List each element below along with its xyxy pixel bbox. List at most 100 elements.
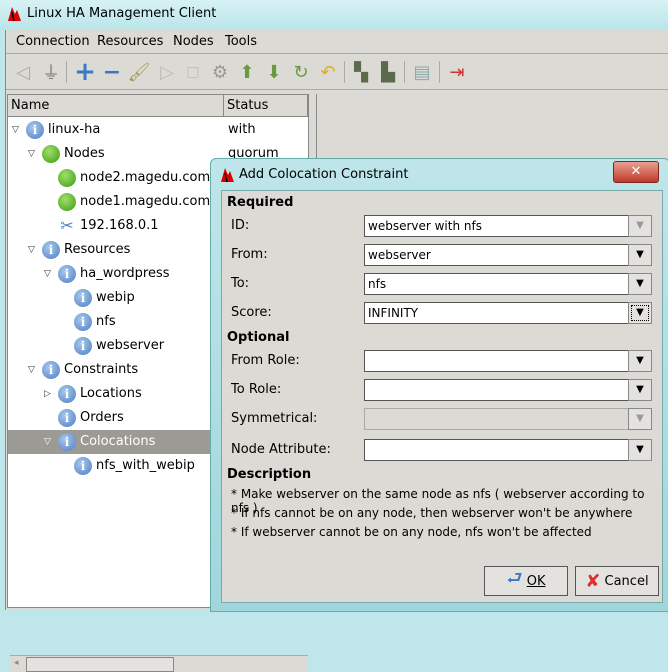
dropdown-arrow-icon[interactable]: ▼: [628, 379, 652, 401]
id-label: ID:: [231, 218, 250, 233]
tree-row-label: webip: [96, 290, 135, 305]
dropdown-arrow-icon[interactable]: ▼: [628, 244, 652, 266]
start-icon[interactable]: ▷: [156, 61, 178, 83]
info-icon: i: [74, 337, 92, 355]
info-icon: i: [74, 289, 92, 307]
tree-row-label: webserver: [96, 338, 165, 353]
dropdown-arrow-icon[interactable]: ▼: [628, 350, 652, 372]
dropdown-arrow-icon[interactable]: ▼: [628, 408, 652, 430]
symmetrical-label: Symmetrical:: [231, 411, 318, 426]
scroll-left-icon[interactable]: ◂: [14, 658, 19, 668]
info-icon: i: [58, 265, 76, 283]
expand-open-icon[interactable]: ▽: [28, 358, 35, 382]
tree-row-label: Locations: [80, 386, 142, 401]
description-line: * If webserver cannot be on any node, nf…: [231, 525, 592, 539]
symmetrical-combo[interactable]: ▼: [364, 408, 652, 430]
info-icon: i: [42, 241, 60, 259]
status-ok-icon: [58, 169, 76, 187]
expand-open-icon[interactable]: ▽: [44, 430, 51, 454]
tree-row[interactable]: ▽ i linux-ha with quorum: [8, 118, 308, 161]
info-icon: i: [26, 121, 44, 139]
active-icon[interactable]: ▙: [377, 61, 399, 83]
dropdown-arrow-icon[interactable]: ▼: [628, 439, 652, 461]
tools-icon: ✂: [60, 216, 74, 235]
to-role-label: To Role:: [231, 382, 282, 397]
cancel-button[interactable]: ✘ Cancel: [575, 566, 659, 596]
connect-icon[interactable]: ◁: [12, 61, 34, 83]
expand-open-icon[interactable]: ▽: [44, 262, 51, 286]
tree-row-label: linux-ha: [48, 122, 101, 137]
description-section-label: Description: [227, 467, 312, 482]
close-button[interactable]: ✕: [613, 161, 659, 183]
add-colocation-dialog: Add Colocation Constraint ✕ Required Opt…: [210, 158, 668, 612]
cancel-x-icon: ✘: [585, 570, 601, 592]
up-icon[interactable]: ⬆: [236, 61, 258, 83]
dropdown-arrow-icon[interactable]: ▼: [628, 215, 652, 237]
disconnect-icon[interactable]: ⏚: [40, 61, 62, 84]
score-value[interactable]: INFINITY: [368, 306, 418, 320]
from-combo[interactable]: webserver ▼: [364, 244, 652, 266]
tree-row-label: nfs_with_webip: [96, 458, 195, 473]
column-header-status[interactable]: Status: [224, 95, 308, 117]
from-value[interactable]: webserver: [368, 248, 431, 262]
settings-icon[interactable]: ⚙: [209, 61, 231, 83]
exit-icon[interactable]: ⇥: [446, 61, 468, 83]
cleanup-icon[interactable]: 🖌: [128, 61, 151, 83]
window-titlebar: Linux HA Management Client: [0, 0, 668, 30]
status-ok-icon: [42, 145, 60, 163]
info-icon: i: [58, 409, 76, 427]
id-value[interactable]: webserver with nfs: [368, 219, 482, 233]
column-header-name[interactable]: Name: [8, 95, 224, 117]
standby-icon[interactable]: ▚: [350, 61, 372, 83]
tree-row-label: 192.168.0.1: [80, 218, 159, 233]
close-icon: ✕: [630, 164, 642, 179]
optional-section-label: Optional: [227, 330, 290, 345]
toolbar-separator: [439, 61, 440, 83]
menu-resources[interactable]: Resources: [97, 34, 163, 49]
dropdown-arrow-icon[interactable]: ▼: [628, 302, 652, 324]
scrollbar-thumb[interactable]: [26, 657, 174, 672]
expand-open-icon[interactable]: ▽: [28, 142, 35, 166]
from-label: From:: [231, 247, 268, 262]
tree-row-label: Constraints: [64, 362, 139, 377]
menu-bar: Connection Resources Nodes Tools: [6, 30, 668, 54]
dropdown-arrow-icon[interactable]: ▼: [628, 273, 652, 295]
expand-open-icon[interactable]: ▽: [12, 118, 19, 142]
tree-row-label: nfs: [96, 314, 116, 329]
toolbar-separator: [404, 61, 405, 83]
tree-row-label: node1.magedu.com: [80, 194, 211, 209]
ha-logo-icon: [8, 7, 21, 22]
ok-label: OK: [526, 573, 546, 589]
expand-closed-icon[interactable]: ▷: [44, 382, 51, 406]
menu-tools[interactable]: Tools: [225, 34, 257, 49]
info-icon: i: [74, 457, 92, 475]
menu-connection[interactable]: Connection: [16, 34, 90, 49]
dialog-body: Required Optional Description ID: webserv…: [221, 190, 663, 603]
to-value[interactable]: nfs: [368, 277, 386, 291]
expand-open-icon[interactable]: ▽: [28, 238, 35, 262]
window-title: Linux HA Management Client: [27, 6, 217, 21]
stop-icon[interactable]: □: [182, 61, 204, 83]
ok-button[interactable]: ⮐ OK: [484, 566, 568, 596]
redo-icon[interactable]: ↻: [290, 61, 312, 83]
undo-icon[interactable]: ↶: [317, 61, 339, 83]
ha-logo-icon: [221, 168, 234, 183]
tree-row-label: node2.magedu.com: [80, 170, 211, 185]
horizontal-scrollbar[interactable]: ◂: [10, 655, 308, 672]
add-icon[interactable]: +: [74, 57, 96, 87]
node-attribute-label: Node Attribute:: [231, 442, 331, 457]
tree-row-label: Nodes: [64, 146, 105, 161]
down-icon[interactable]: ⬇: [263, 61, 285, 83]
document-icon[interactable]: ▤: [411, 61, 433, 83]
to-combo[interactable]: nfs ▼: [364, 273, 652, 295]
toolbar-separator: [66, 61, 67, 83]
info-icon: i: [74, 313, 92, 331]
score-combo[interactable]: INFINITY ▼: [364, 302, 652, 324]
menu-nodes[interactable]: Nodes: [173, 34, 214, 49]
remove-icon[interactable]: −: [101, 60, 123, 85]
node-attribute-combo[interactable]: ▼: [364, 439, 652, 461]
to-role-combo[interactable]: ▼: [364, 379, 652, 401]
id-combo[interactable]: webserver with nfs ▼: [364, 215, 652, 237]
from-role-combo[interactable]: ▼: [364, 350, 652, 372]
from-role-label: From Role:: [231, 353, 300, 368]
